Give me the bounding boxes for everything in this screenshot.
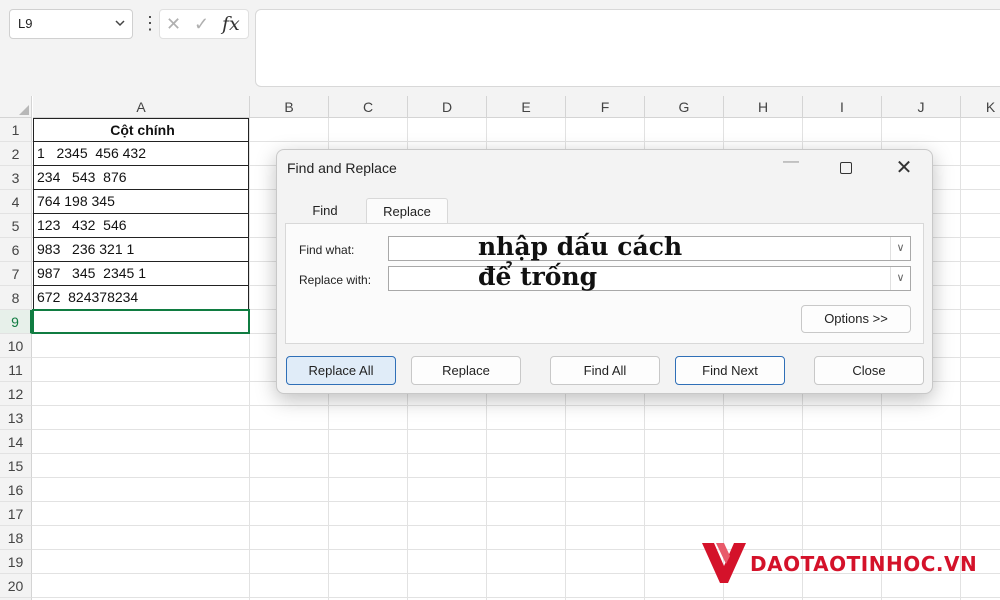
formula-controls: ✕ ✓ fx: [159, 9, 249, 39]
row-header[interactable]: 10: [0, 334, 32, 358]
row-header[interactable]: 7: [0, 262, 32, 286]
close-button[interactable]: Close: [814, 356, 924, 385]
row-header[interactable]: 17: [0, 502, 32, 526]
table-cell[interactable]: 987 345 2345 1: [33, 262, 249, 286]
row-header[interactable]: 8: [0, 286, 32, 310]
excel-window: L9 ⋮ ✕ ✓ fx A B C D E F G H I J K 1 2 3 4 5 6 7 8 9 10 11 12 13…: [0, 0, 1000, 600]
replace-button[interactable]: Replace: [411, 356, 521, 385]
find-next-button[interactable]: Find Next: [675, 356, 785, 385]
grid-hline: [32, 405, 1000, 406]
row-header[interactable]: 1: [0, 118, 32, 142]
name-box-value: L9: [18, 16, 33, 31]
tab-find[interactable]: Find: [285, 198, 365, 224]
column-header[interactable]: C: [329, 96, 408, 118]
grid-hline: [32, 429, 1000, 430]
table-cell[interactable]: 764 198 345: [33, 190, 249, 214]
column-header[interactable]: H: [724, 96, 803, 118]
annotation-line-2: để trống: [478, 262, 598, 291]
dialog-title: Find and Replace: [287, 160, 397, 176]
minimize-icon[interactable]: —: [780, 153, 802, 171]
row-header[interactable]: 11: [0, 358, 32, 382]
insert-function-icon[interactable]: fx: [222, 13, 240, 35]
grid-hline: [32, 453, 1000, 454]
select-all-corner[interactable]: [0, 96, 32, 118]
chevron-down-icon[interactable]: [114, 14, 126, 35]
grid-hline: [32, 525, 1000, 526]
column-header[interactable]: G: [645, 96, 724, 118]
cell-a1-header[interactable]: Cột chính: [33, 118, 249, 142]
row-header[interactable]: 4: [0, 190, 32, 214]
grid-hline: [32, 597, 1000, 598]
replace-with-label: Replace with:: [299, 273, 372, 287]
row-header[interactable]: 3: [0, 166, 32, 190]
selected-cell-outline: [32, 309, 250, 334]
table-cell[interactable]: 672 824378234: [33, 286, 249, 310]
row-header[interactable]: 16: [0, 478, 32, 502]
grid-hline: [32, 477, 1000, 478]
column-header[interactable]: J: [882, 96, 961, 118]
row-header[interactable]: 2: [0, 142, 32, 166]
row-header[interactable]: 9: [0, 310, 32, 334]
grid-vline: [960, 118, 961, 600]
table-cell[interactable]: 234 543 876: [33, 166, 249, 190]
brand-logo: DAOTAOTINHOC.VN: [700, 538, 990, 588]
find-replace-dialog: Find and Replace — ✕ Find Replace Find w…: [276, 149, 933, 394]
column-header[interactable]: E: [487, 96, 566, 118]
grid-vline: [249, 118, 250, 600]
cancel-icon[interactable]: ✕: [166, 14, 181, 35]
maximize-icon[interactable]: [840, 162, 852, 174]
more-options-icon[interactable]: ⋮: [141, 12, 159, 34]
brand-logo-icon: [702, 543, 746, 583]
chevron-down-icon[interactable]: ∨: [890, 237, 910, 260]
replace-with-input[interactable]: ∨: [388, 266, 911, 291]
options-button[interactable]: Options >>: [801, 305, 911, 333]
row-header[interactable]: 5: [0, 214, 32, 238]
chevron-down-icon[interactable]: ∨: [890, 267, 910, 290]
enter-icon[interactable]: ✓: [194, 14, 209, 35]
row-header[interactable]: 18: [0, 526, 32, 550]
column-header[interactable]: A: [33, 96, 250, 118]
row-header[interactable]: 13: [0, 406, 32, 430]
column-header[interactable]: D: [408, 96, 487, 118]
table-cell[interactable]: 1 2345 456 432: [33, 142, 249, 166]
row-header[interactable]: 14: [0, 430, 32, 454]
table-cell[interactable]: 123 432 546: [33, 214, 249, 238]
column-header[interactable]: K: [961, 96, 1000, 118]
row-header[interactable]: 6: [0, 238, 32, 262]
replace-all-button[interactable]: Replace All: [286, 356, 396, 385]
column-header[interactable]: I: [803, 96, 882, 118]
select-all-triangle-icon: [19, 105, 29, 115]
row-header[interactable]: 15: [0, 454, 32, 478]
tab-replace[interactable]: Replace: [366, 198, 448, 224]
formula-input[interactable]: [255, 9, 1000, 87]
find-all-button[interactable]: Find All: [550, 356, 660, 385]
name-box[interactable]: L9: [9, 9, 133, 39]
brand-logo-text: DAOTAOTINHOC.VN: [750, 552, 978, 576]
find-what-label: Find what:: [299, 243, 355, 257]
column-header[interactable]: B: [250, 96, 329, 118]
row-header[interactable]: 19: [0, 550, 32, 574]
grid-hline: [32, 501, 1000, 502]
close-icon[interactable]: ✕: [891, 156, 917, 182]
annotation-line-1: nhập dấu cách: [478, 232, 683, 261]
row-header[interactable]: 12: [0, 382, 32, 406]
row-header[interactable]: 20: [0, 574, 32, 598]
table-cell[interactable]: 983 236 321 1: [33, 238, 249, 262]
column-header[interactable]: F: [566, 96, 645, 118]
